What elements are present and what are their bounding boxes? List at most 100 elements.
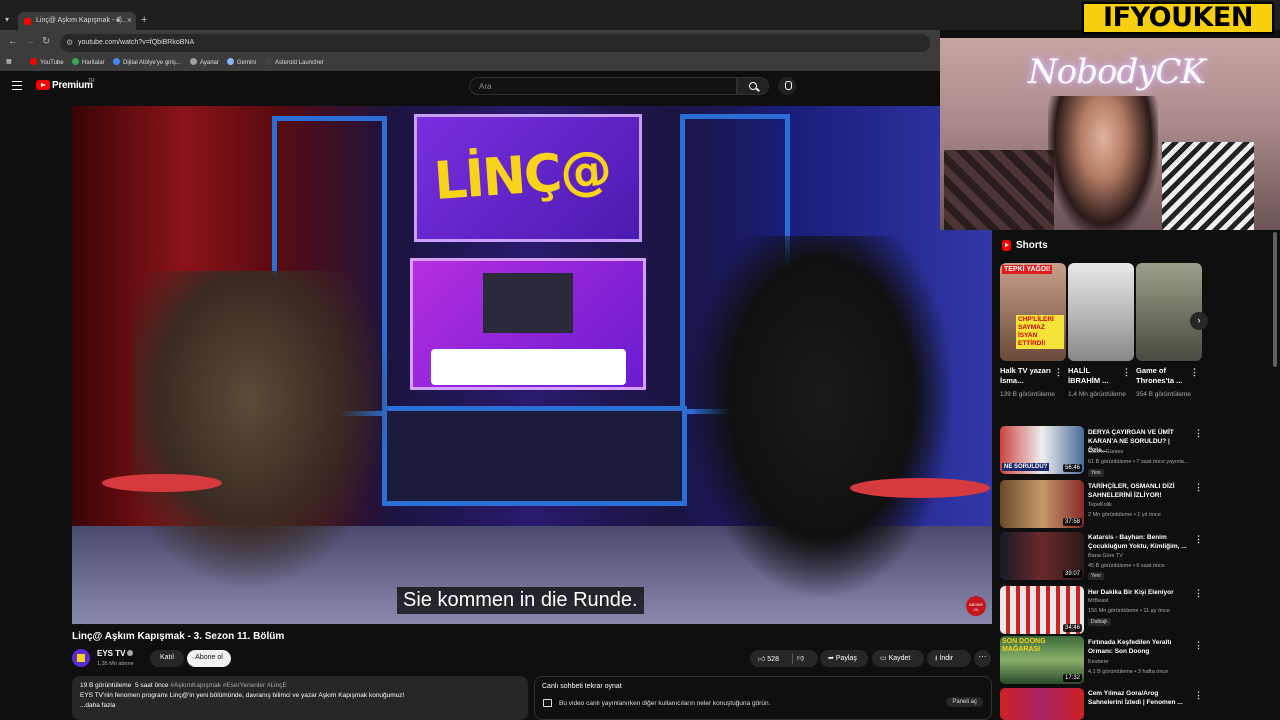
chat-replay-title: Canlı sohbeti tekrar oynat (542, 683, 622, 690)
sidebar-scrollbar[interactable] (1273, 232, 1277, 367)
live-chat-replay: Canlı sohbeti tekrar oynat Bu video canl… (534, 676, 992, 720)
tab-search-icon[interactable]: ▾ (5, 15, 9, 24)
share-button[interactable]: ➦ Paylaş (820, 650, 868, 667)
channel-name[interactable]: TepeKolik (1088, 502, 1112, 508)
short-menu-icon[interactable]: ⋮ (1190, 367, 1199, 378)
save-button[interactable]: ▭ Kaydet (872, 650, 924, 667)
chevron-right-icon[interactable]: › (1190, 312, 1208, 330)
back-arrow-icon[interactable]: ← (8, 36, 18, 47)
video-title-link[interactable]: TARİHÇİLER, OSMANLI DİZİ SAHNELERİNİ İZL… (1088, 482, 1190, 500)
video-menu-icon[interactable]: ⋮ (1194, 428, 1203, 439)
reload-icon[interactable]: ↻ (42, 36, 50, 47)
video-meta: 45 B görüntüleme • 6 saat önce (1088, 563, 1165, 569)
youtube-favicon-icon (24, 18, 31, 25)
video-player[interactable]: LİNÇ@ (72, 106, 992, 624)
video-menu-icon[interactable]: ⋮ (1194, 640, 1203, 651)
shorts-icon (1002, 240, 1011, 251)
youtube-logo-icon[interactable] (36, 80, 50, 90)
thumbs-down-icon[interactable]: 👎︎ (797, 653, 804, 662)
bookmark-settings[interactable]: Ayarlar (190, 58, 219, 66)
forward-arrow-icon[interactable]: → (25, 36, 35, 47)
video-thumbnail[interactable]: 34:46 (1000, 586, 1084, 634)
channel-name[interactable]: Özlem Gürses (1088, 449, 1123, 455)
open-panel-button[interactable]: Paneli aç (946, 697, 983, 707)
video-menu-icon[interactable]: ⋮ (1194, 690, 1203, 701)
chat-replay-text: Bu video canlı yayınlanırken diğer kulla… (559, 700, 771, 707)
subscribe-button[interactable]: Abone ol (187, 650, 231, 667)
video-meta: 4,1 B görüntüleme • 3 hafta önce (1088, 669, 1169, 675)
share-icon: ➦ (828, 655, 836, 662)
video-thumbnail[interactable]: SON DOONG MAĞARASI 17:32 (1000, 636, 1084, 684)
short-title[interactable]: Halk TV yazarı İsma... (1000, 366, 1056, 386)
description-box[interactable]: 19 B görüntüleme 5 saat önce #AşkımKapış… (72, 676, 528, 720)
more-actions-button[interactable]: ⋯ (974, 650, 991, 667)
new-badge: Yeni (1088, 572, 1104, 580)
video-thumbnail[interactable] (1000, 688, 1084, 720)
video-meta: 156 Mn görüntüleme • 11 ay önce (1088, 608, 1170, 614)
video-thumbnail[interactable]: NE SORULDU? 56:46 (1000, 426, 1084, 474)
apps-grid-icon[interactable]: ▦ (6, 58, 12, 65)
shorts-heading: Shorts (1016, 240, 1048, 251)
short-title[interactable]: HALİL İBRAHİM ... (1068, 366, 1124, 386)
tab-close-icon[interactable]: × (127, 15, 132, 25)
join-button[interactable]: Katıl (150, 650, 184, 667)
new-tab-button[interactable]: + (141, 14, 147, 26)
description-stats: 19 B görüntüleme 5 saat önce #AşkımKapış… (80, 682, 287, 689)
menu-icon[interactable] (12, 81, 22, 90)
verified-icon (127, 650, 134, 656)
bookmark-youtube[interactable]: YouTube (30, 58, 64, 66)
bookmark-digital-atolye[interactable]: Dijital Atölye'ye giriş... (113, 58, 181, 66)
thumbnail-text: NE SORULDU? (1002, 463, 1050, 471)
region-code: TR (88, 78, 95, 84)
search-button[interactable] (737, 77, 769, 95)
bookmark-maps[interactable]: Haritalar (72, 58, 105, 66)
show-more-link[interactable]: ...daha fazla (80, 702, 520, 709)
short-thumbnail[interactable] (1068, 263, 1134, 361)
subscriber-count: 1,35 Mn abone (97, 661, 134, 667)
video-menu-icon[interactable]: ⋮ (1194, 534, 1203, 545)
short-menu-icon[interactable]: ⋮ (1054, 367, 1063, 378)
short-menu-icon[interactable]: ⋮ (1122, 367, 1131, 378)
thumbnail-text: SON DOONG MAĞARASI (1002, 638, 1046, 653)
video-subtitle: Sie kommen in die Runde. (397, 587, 644, 614)
channel-name[interactable]: Bana Göre TV (1088, 553, 1123, 559)
tab-audio-icon[interactable]: ◂) (115, 15, 122, 24)
video-title: Linç@ Aşkım Kapışmak - 3. Sezon 11. Bölü… (72, 631, 285, 642)
thumbs-up-icon[interactable]: 👍︎ (758, 656, 765, 663)
video-title-link[interactable]: Katarsis - Bayhan: Benim Çocukluğum Yokt… (1088, 533, 1190, 551)
video-duration: 34:46 (1062, 624, 1082, 632)
video-title-link[interactable]: Fırtınada Keşfedilen Yeraltı Ormanı: Son… (1088, 638, 1190, 656)
video-duration: 56:46 (1062, 464, 1082, 472)
short-overlay-caption: CHP'LİLERİ SAYMAZ İSYAN ETTİRDİ! (1016, 315, 1064, 349)
search-input[interactable]: Ara (469, 77, 737, 95)
like-dislike-button[interactable]: 👍︎ 528 👎︎ (750, 650, 818, 667)
short-thumbnail[interactable] (1136, 263, 1202, 361)
short-overlay-text: TEPKİ YAĞDI! (1002, 265, 1053, 274)
new-badge: Yeni (1088, 469, 1104, 477)
short-title[interactable]: Game of Thrones'ta ... (1136, 366, 1192, 386)
guest-figure (132, 271, 392, 591)
video-menu-icon[interactable]: ⋮ (1194, 588, 1203, 599)
video-thumbnail[interactable]: 37:58 (1000, 480, 1084, 528)
video-title-link[interactable]: Her Dakika Bir Kişi Eleniyor (1088, 588, 1190, 597)
channel-watermark[interactable]: ABONE OL (966, 596, 986, 616)
channel-name[interactable]: MrBeast (1088, 598, 1108, 604)
youtube-premium-logo[interactable]: Premium (52, 80, 93, 91)
channel-name[interactable]: Kesbere (1088, 659, 1109, 665)
address-bar[interactable]: ⚙ youtube.com/watch?v=fQbiBRkoBNA (60, 34, 930, 52)
channel-name[interactable]: EYS TV (97, 649, 134, 658)
browser-tab[interactable]: Linç@ Aşkım Kapışmak - 3... ◂) × (18, 12, 136, 30)
bookmark-asteroid-launcher[interactable]: Asteroid Launcher (265, 58, 324, 66)
download-button[interactable]: ⭳ İndir (927, 650, 971, 667)
voice-search-mic-icon[interactable] (778, 77, 796, 95)
show-logo: LİNÇ@ (432, 139, 613, 213)
short-thumbnail[interactable]: TEPKİ YAĞDI! CHP'LİLERİ SAYMAZ İSYAN ETT… (1000, 263, 1066, 361)
site-info-icon[interactable]: ⚙ (66, 38, 73, 47)
url-text: youtube.com/watch?v=fQbiBRkoBNA (78, 39, 195, 46)
bookmark-gemini[interactable]: Gemini (227, 58, 256, 66)
channel-avatar[interactable] (72, 649, 90, 667)
video-title-link[interactable]: Cem Yılmaz Gora/Arog Sahnelerini İzledi … (1088, 689, 1190, 707)
tab-title: Linç@ Aşkım Kapışmak - 3... (36, 17, 126, 24)
video-menu-icon[interactable]: ⋮ (1194, 482, 1203, 493)
video-thumbnail[interactable]: 39:07 (1000, 532, 1084, 580)
